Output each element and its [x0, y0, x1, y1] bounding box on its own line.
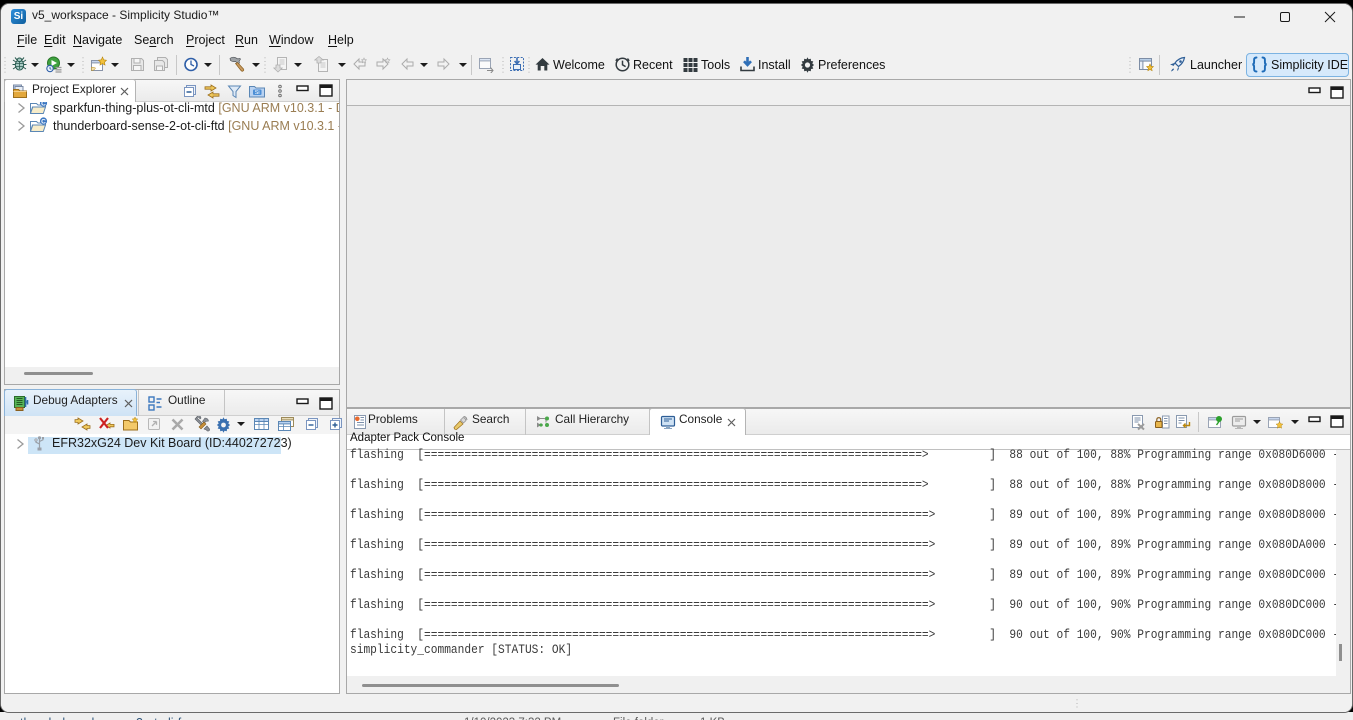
svg-text:Si: Si: [255, 90, 260, 96]
svg-text:C: C: [41, 118, 46, 125]
svg-text:C: C: [41, 102, 46, 107]
